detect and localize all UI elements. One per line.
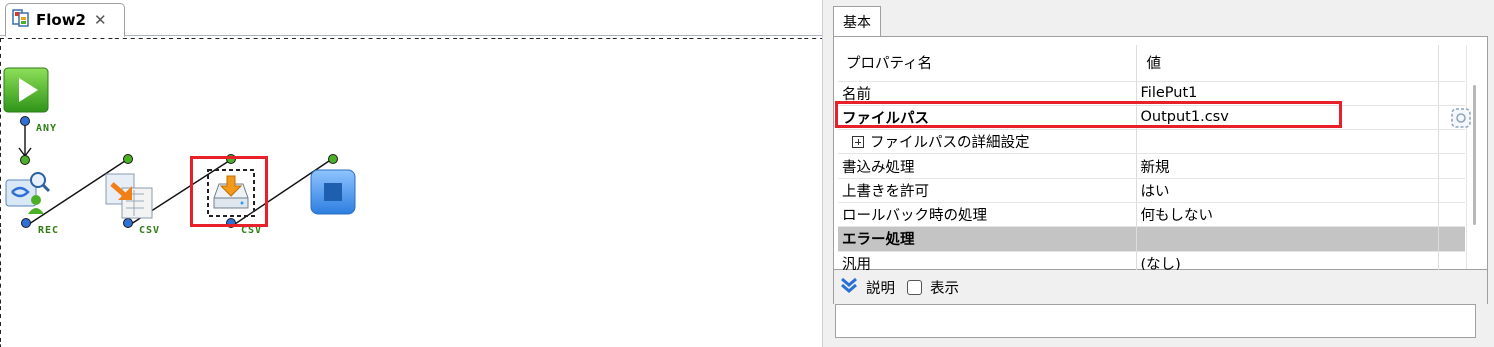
- property-value[interactable]: はい: [1136, 178, 1439, 203]
- property-row[interactable]: ファイルパスの詳細設定: [838, 129, 1465, 155]
- flow-icon: [12, 8, 32, 32]
- property-row[interactable]: ロールバック時の処理 何もしない: [838, 202, 1465, 228]
- port-label-rec: REC: [38, 225, 60, 236]
- property-name-label: ファイルパスの詳細設定: [870, 135, 1030, 152]
- show-description-label[interactable]: 表示: [930, 277, 959, 298]
- browse-button[interactable]: [1450, 107, 1472, 129]
- property-grid: プロパティ名 値 名前 FilePut1 ファイルパス Output1.csv …: [833, 36, 1488, 276]
- column-header-name: プロパティ名: [838, 45, 1137, 82]
- vertical-scrollbar[interactable]: [1466, 45, 1482, 269]
- property-table: プロパティ名 値 名前 FilePut1 ファイルパス Output1.csv …: [838, 45, 1465, 276]
- editor-tab-strip: Flow2 ✕: [0, 0, 822, 37]
- show-description-checkbox[interactable]: [907, 279, 922, 295]
- app-window: Flow2 ✕ ANY REC CSV CSV 基本 プロパティ名 値 名前 F…: [0, 0, 1494, 347]
- scrollbar-thumb[interactable]: [1473, 85, 1476, 225]
- section-value: [1136, 226, 1439, 252]
- property-name: ファイルパスの詳細設定: [838, 129, 1137, 155]
- csv-convert-node[interactable]: [104, 170, 153, 219]
- stop-icon: [310, 169, 356, 215]
- flow-editor: Flow2 ✕ ANY REC CSV CSV: [0, 0, 822, 347]
- port-label-csv: CSV: [139, 225, 161, 236]
- property-section-header[interactable]: エラー処理: [838, 226, 1465, 252]
- property-row[interactable]: 上書きを許可 はい: [838, 178, 1465, 203]
- highlight-frame: [190, 156, 268, 227]
- flow-canvas[interactable]: ANY REC CSV CSV: [0, 38, 822, 347]
- expand-icon[interactable]: [852, 136, 864, 149]
- property-name: 書込み処理: [838, 153, 1137, 179]
- column-header-value: 値: [1136, 45, 1439, 82]
- property-name: 上書きを許可: [838, 178, 1137, 203]
- convert-icon: [105, 173, 153, 219]
- tab-label: Flow2: [36, 11, 86, 29]
- property-value[interactable]: [1136, 129, 1439, 155]
- close-icon[interactable]: ✕: [94, 11, 107, 29]
- property-name: ロールバック時の処理: [838, 202, 1137, 228]
- end-node[interactable]: [309, 168, 356, 215]
- play-icon: [3, 67, 49, 113]
- port-label-any: ANY: [36, 123, 58, 134]
- record-search-icon: [5, 172, 51, 214]
- double-chevron-down-icon[interactable]: [840, 276, 858, 298]
- record-source-node[interactable]: [2, 170, 51, 216]
- description-area: [835, 304, 1476, 338]
- description-bar: 説明 表示: [833, 270, 1488, 304]
- properties-panel: 基本 プロパティ名 値 名前 FilePut1 ファイルパス Output1.c…: [822, 0, 1494, 347]
- tab-basic[interactable]: 基本: [833, 6, 881, 36]
- property-row[interactable]: 書込み処理 新規: [838, 153, 1465, 179]
- browse-icon: [1451, 108, 1471, 128]
- table-header: プロパティ名 値: [838, 45, 1465, 82]
- tab-flow2[interactable]: Flow2 ✕: [5, 3, 125, 37]
- highlight-frame: [835, 101, 1342, 128]
- start-node[interactable]: [2, 66, 49, 113]
- property-value[interactable]: 何もしない: [1136, 202, 1439, 228]
- section-name: エラー処理: [838, 226, 1137, 252]
- description-label: 説明: [866, 280, 895, 297]
- property-value[interactable]: 新規: [1136, 153, 1439, 179]
